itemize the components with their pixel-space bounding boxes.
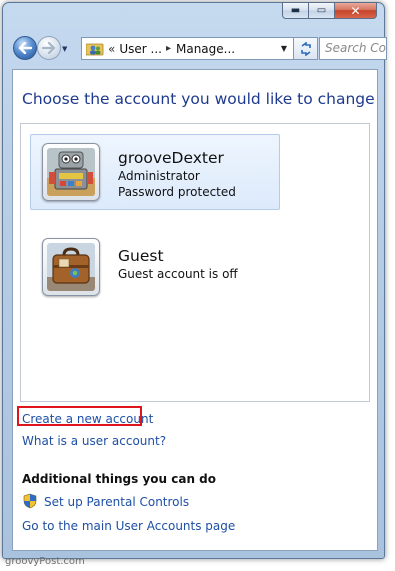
back-button[interactable] xyxy=(13,36,37,60)
search-input[interactable]: Search Con xyxy=(319,37,387,60)
forward-arrow-icon xyxy=(42,42,56,54)
account-tile-groovedexter[interactable]: grooveDexter Administrator Password prot… xyxy=(30,134,280,210)
window-frame: ▬ ▭ ✕ ▼ « User ... ▸ Manage... ▼ Search … xyxy=(2,2,387,559)
forward-button[interactable] xyxy=(37,36,61,60)
breadcrumb-manage-accounts[interactable]: Manage... xyxy=(176,42,235,56)
account-name: Guest xyxy=(118,247,164,265)
watermark: groovyPost.com xyxy=(5,556,85,567)
recent-pages-dropdown[interactable]: ▼ xyxy=(62,45,67,53)
uac-shield-icon xyxy=(23,493,37,509)
account-password-status: Password protected xyxy=(118,185,236,199)
account-picture xyxy=(42,143,100,201)
address-bar[interactable]: « User ... ▸ Manage... ▼ xyxy=(81,37,294,60)
refresh-icon xyxy=(300,41,311,56)
account-status: Guest account is off xyxy=(118,267,238,281)
caption-buttons: ▬ ▭ ✕ xyxy=(282,2,377,19)
additional-tasks-heading: Additional things you can do xyxy=(22,472,217,486)
navigation-bar: ▼ « User ... ▸ Manage... ▼ Search Con xyxy=(9,33,387,61)
account-picture xyxy=(42,238,100,296)
address-dropdown-icon[interactable]: ▼ xyxy=(281,44,287,53)
folder-users-icon xyxy=(85,42,104,56)
account-type: Administrator xyxy=(118,169,200,183)
close-button[interactable]: ✕ xyxy=(334,2,377,19)
refresh-button[interactable] xyxy=(294,37,318,60)
suitcase-avatar-icon xyxy=(47,243,95,291)
what-is-user-account-link[interactable]: What is a user account? xyxy=(22,434,166,448)
account-tile-guest[interactable]: Guest Guest account is off xyxy=(30,229,280,305)
minimize-button[interactable]: ▬ xyxy=(282,2,308,19)
parental-controls-link[interactable]: Set up Parental Controls xyxy=(44,495,189,509)
account-name: grooveDexter xyxy=(118,149,224,167)
address-overflow-chevron[interactable]: « xyxy=(108,42,115,56)
create-new-account-link[interactable]: Create a new account xyxy=(22,412,153,426)
breadcrumb-separator[interactable]: ▸ xyxy=(166,43,171,54)
robot-avatar-icon xyxy=(47,148,95,196)
accounts-list: grooveDexter Administrator Password prot… xyxy=(20,123,370,402)
breadcrumb-user-accounts[interactable]: User ... xyxy=(119,42,162,56)
content-pane: Choose the account you would like to cha… xyxy=(12,69,378,551)
main-user-accounts-link[interactable]: Go to the main User Accounts page xyxy=(22,519,235,533)
back-arrow-icon xyxy=(18,42,32,54)
maximize-button[interactable]: ▭ xyxy=(308,2,334,19)
page-title: Choose the account you would like to cha… xyxy=(22,90,375,108)
